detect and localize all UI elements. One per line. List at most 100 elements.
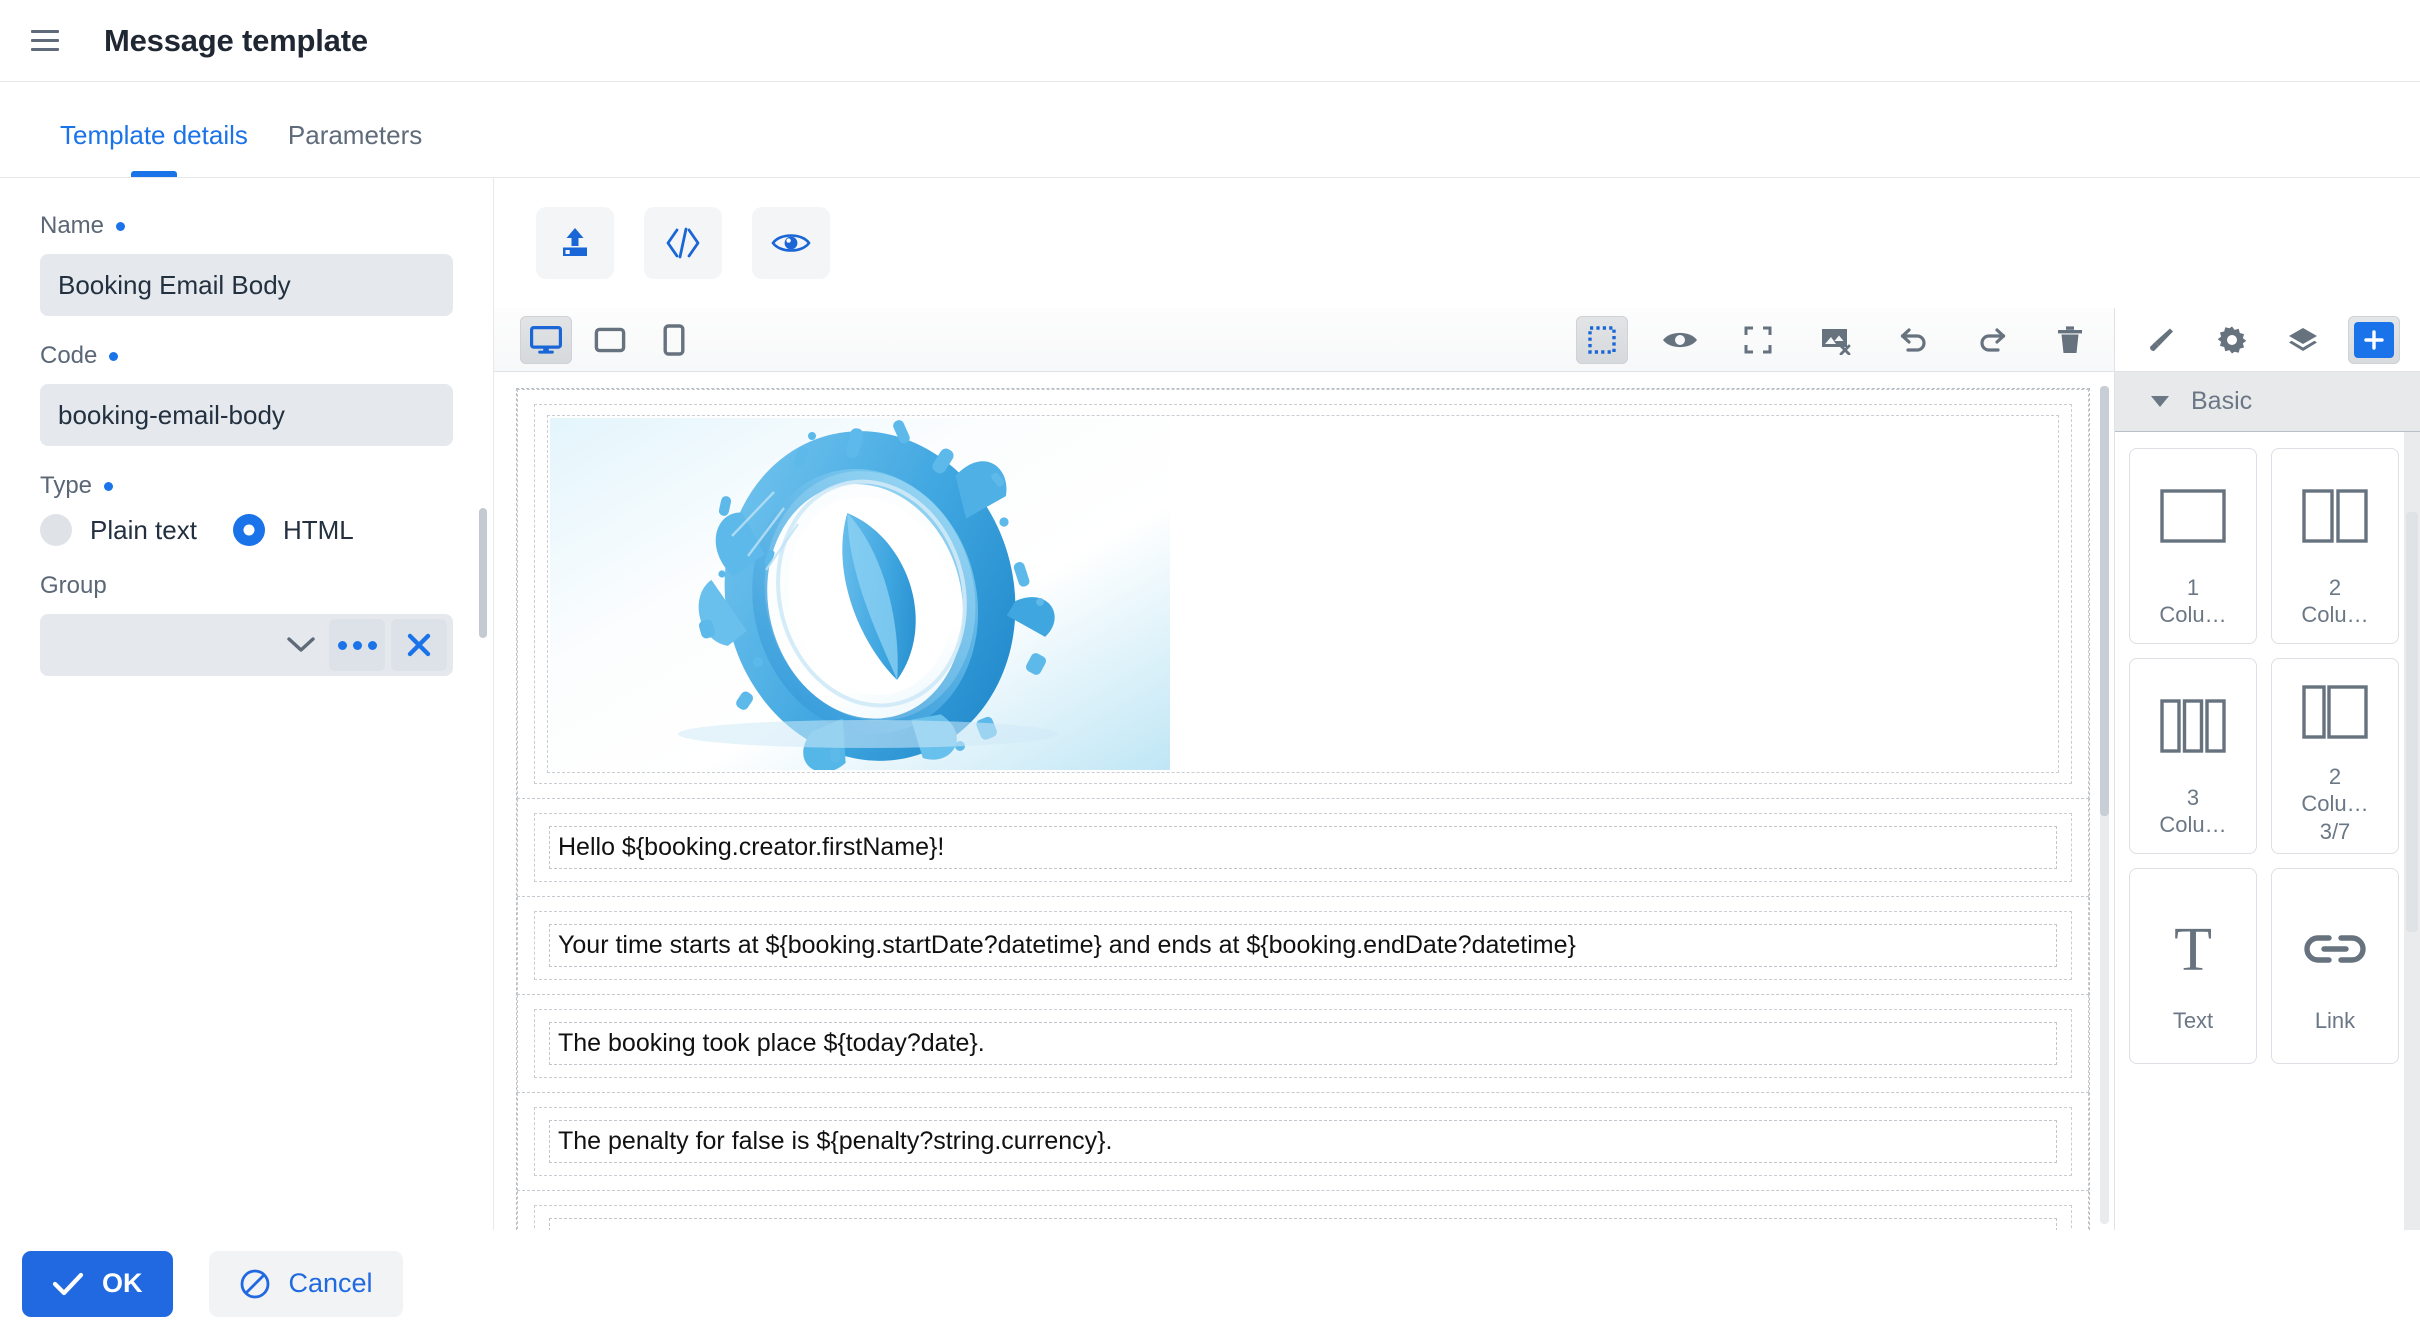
group-more-button[interactable] — [329, 619, 385, 671]
svg-text:T: T — [2174, 920, 2212, 978]
block-2-column[interactable]: 2 Colu… — [2271, 448, 2399, 644]
code-input[interactable]: booking-email-body — [40, 384, 453, 446]
email-text-line[interactable]: Hello ${booking.creator.firstName}! — [549, 826, 2057, 869]
gear-icon — [2217, 326, 2247, 353]
form-scrollbar-thumb[interactable] — [479, 508, 487, 638]
paint-brush-icon — [2149, 328, 2173, 351]
email-section-partial[interactable] — [517, 1191, 2089, 1230]
blocks-category-basic[interactable]: Basic — [2115, 372, 2420, 432]
blocks-scrollbar-thumb[interactable] — [2406, 512, 2418, 932]
tablet-icon — [594, 327, 626, 352]
email-cell[interactable]: Hello ${booking.creator.firstName}! — [534, 813, 2072, 882]
block-label: 1 Colu… — [2159, 574, 2227, 628]
ok-button[interactable]: OK — [22, 1250, 173, 1317]
email-section-text[interactable]: The penalty for false is ${penalty?strin… — [517, 1093, 2089, 1191]
preview-template-button[interactable] — [752, 207, 830, 279]
ellipsis-icon — [337, 640, 377, 650]
upload-template-button[interactable] — [536, 207, 614, 279]
code-brackets-icon — [666, 227, 700, 259]
canvas-scrollbar[interactable] — [2100, 386, 2109, 1224]
three-column-icon — [2159, 674, 2227, 778]
email-cell[interactable]: The booking took place ${today?date}. — [534, 1009, 2072, 1078]
email-section-text[interactable]: Your time starts at ${booking.startDate?… — [517, 897, 2089, 995]
email-section-hero[interactable] — [517, 389, 2089, 799]
blocks-tab[interactable] — [2348, 315, 2401, 364]
tab-template-details[interactable]: Template details — [40, 120, 268, 177]
undo-button[interactable] — [1888, 316, 1940, 364]
device-mobile-button[interactable] — [648, 316, 700, 364]
editor-canvas-column: Hello ${booking.creator.firstName}! Your… — [494, 308, 2114, 1230]
editor-toolbar — [494, 308, 2114, 372]
email-cell[interactable]: The penalty for false is ${penalty?strin… — [534, 1107, 2072, 1176]
dialog-footer: OK Cancel — [0, 1230, 2420, 1336]
editor-shell: Hello ${booking.creator.firstName}! Your… — [494, 308, 2420, 1230]
preview-button[interactable] — [1654, 316, 1706, 364]
type-radio-group: Plain text HTML — [40, 514, 453, 546]
fullscreen-button[interactable] — [1732, 316, 1784, 364]
blocks-scrollbar[interactable] — [2404, 432, 2420, 1230]
upload-icon — [563, 228, 587, 256]
email-cell[interactable]: Your time starts at ${booking.startDate?… — [534, 911, 2072, 980]
caret-down-icon — [2151, 396, 2169, 407]
email-text-line[interactable]: Your time starts at ${booking.startDate?… — [549, 924, 2057, 967]
block-1-column[interactable]: 1 Colu… — [2129, 448, 2257, 644]
layers-icon — [2289, 327, 2318, 351]
cancel-button-label: Cancel — [288, 1268, 373, 1298]
group-label-text: Group — [40, 572, 107, 599]
toggle-images-button[interactable] — [1810, 316, 1862, 364]
email-section-text[interactable]: Hello ${booking.creator.firstName}! — [517, 799, 2089, 897]
email-section-text[interactable]: The booking took place ${today?date}. — [517, 995, 2089, 1093]
edit-source-button[interactable] — [644, 207, 722, 279]
block-text[interactable]: T Text — [2129, 868, 2257, 1064]
image-off-icon — [1822, 328, 1851, 355]
radio-plain-text-label: Plain text — [90, 514, 197, 545]
email-cell[interactable] — [534, 1205, 2072, 1230]
block-link[interactable]: Link — [2271, 868, 2399, 1064]
device-desktop-button[interactable] — [520, 315, 572, 364]
page-title: Message template — [104, 22, 368, 58]
required-dot-icon — [104, 481, 114, 491]
email-text-line-empty[interactable] — [549, 1218, 2057, 1230]
blocks-category-label: Basic — [2191, 387, 2253, 415]
name-input[interactable]: Booking Email Body — [40, 254, 453, 316]
dialog-body: Name Booking Email Body Code booking-ema… — [0, 178, 2420, 1230]
hero-image[interactable] — [550, 418, 1170, 770]
style-manager-tab[interactable] — [2135, 316, 2187, 364]
email-cell[interactable] — [534, 404, 2072, 784]
template-form-pane: Name Booking Email Body Code booking-ema… — [0, 178, 494, 1230]
trash-icon — [2058, 325, 2082, 353]
radio-html[interactable]: HTML — [232, 514, 354, 546]
canvas-scrollbar-thumb[interactable] — [2100, 386, 2109, 816]
tab-parameters[interactable]: Parameters — [268, 120, 442, 177]
cancel-button[interactable]: Cancel — [208, 1250, 403, 1317]
message-template-dialog: Message template Template details Parame… — [0, 0, 2420, 1336]
layer-manager-tab[interactable] — [2277, 316, 2329, 364]
radio-plain-text[interactable]: Plain text — [40, 514, 197, 546]
name-label: Name — [40, 212, 453, 240]
code-label-text: Code — [40, 342, 98, 369]
block-3-column[interactable]: 3 Colu… — [2129, 658, 2257, 854]
email-canvas[interactable]: Hello ${booking.creator.firstName}! Your… — [494, 372, 2114, 1230]
settings-tab[interactable] — [2206, 316, 2258, 364]
editor-actions-bar — [494, 178, 2420, 308]
tab-bar: Template details Parameters — [0, 82, 2420, 178]
group-clear-button[interactable] — [391, 619, 447, 671]
delete-button[interactable] — [2044, 316, 2096, 364]
email-image-block[interactable] — [547, 415, 2059, 773]
email-text-line[interactable]: The penalty for false is ${penalty?strin… — [549, 1120, 2057, 1163]
chevron-down-icon[interactable] — [279, 623, 323, 667]
group-select[interactable] — [40, 614, 453, 676]
toggle-borders-button[interactable] — [1576, 315, 1628, 364]
radio-circle-selected-icon — [232, 514, 265, 546]
redo-button[interactable] — [1966, 316, 2018, 364]
editor-tools — [1576, 315, 2096, 364]
fullscreen-icon — [1744, 326, 1772, 353]
check-icon — [52, 1272, 84, 1295]
block-2-column-37[interactable]: 2 Colu… 3/7 — [2271, 658, 2399, 854]
name-label-text: Name — [40, 212, 105, 239]
email-text-line[interactable]: The booking took place ${today?date}. — [549, 1022, 2057, 1065]
hamburger-menu-icon[interactable] — [22, 18, 68, 64]
email-document: Hello ${booking.creator.firstName}! Your… — [516, 388, 2090, 1230]
device-tablet-button[interactable] — [584, 316, 636, 364]
field-code: Code booking-email-body — [40, 342, 453, 446]
